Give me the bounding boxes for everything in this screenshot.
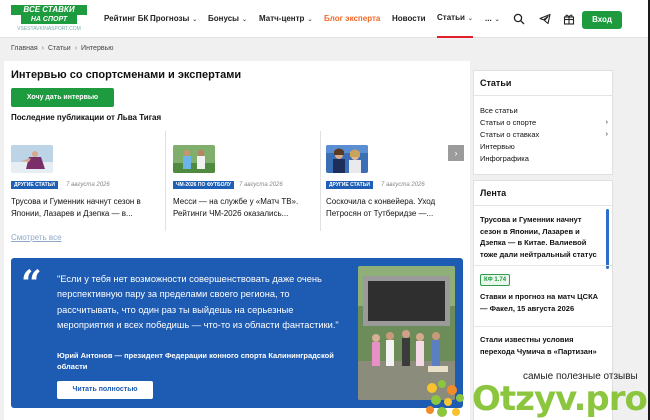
article-date: 7 августа 2026: [381, 182, 425, 188]
category-badge: ДРУГИЕ СТАТЬИ: [326, 181, 373, 189]
publications-heading: Последние публикации от Льва Тигая: [11, 113, 162, 122]
nav-label: ...: [485, 14, 492, 23]
site-logo[interactable]: ВСЕ СТАВКИ НА СПОРТ VSESTAVKINASPORT.COM: [11, 5, 87, 33]
nav-forecasts[interactable]: Прогнозы ⌄: [150, 0, 197, 38]
feed-title: Лента: [480, 188, 507, 198]
read-full-button[interactable]: Читать полностью: [57, 381, 153, 399]
logo-line-2: НА СПОРТ: [21, 15, 77, 24]
quote-author: Юрий Антонов — президент Федерации конно…: [57, 351, 334, 371]
nav-label: Матч-центр: [259, 14, 305, 23]
breadcrumb-current: Интервью: [81, 45, 114, 52]
category-badge: ДРУГИЕ СТАТЬИ: [11, 181, 58, 189]
article-title[interactable]: Трусова и Гуменник начнут сезон в Японии…: [11, 196, 154, 220]
quote-text: "Если у тебя нет возможности совершенств…: [57, 274, 339, 330]
nav-bonuses[interactable]: Бонусы ⌄: [208, 0, 247, 38]
divider: [165, 131, 166, 231]
sidebar-item-sport-articles[interactable]: Статьи о спорте ›: [480, 117, 608, 129]
article-thumbnail[interactable]: [326, 145, 368, 173]
breadcrumb-articles[interactable]: Статьи: [48, 45, 71, 52]
telegram-icon[interactable]: [539, 13, 551, 25]
carousel-next-button[interactable]: ›: [448, 145, 464, 161]
search-icon[interactable]: [513, 13, 525, 25]
chevron-down-icon: ⌄: [467, 16, 473, 22]
nav-news[interactable]: Новости: [392, 0, 426, 38]
nav-label: Блог эксперта: [324, 14, 381, 23]
article-title[interactable]: Месси — на службе у «Матч ТВ». Рейтинги …: [173, 196, 316, 220]
category-badge: ЧМ-2026 ПО ФУТБОЛУ: [173, 181, 234, 189]
featured-quote: “ "Если у тебя нет возможности совершенс…: [11, 258, 463, 408]
article-title[interactable]: Соскочила с конвейера. Уход Петросян от …: [326, 196, 469, 220]
login-button[interactable]: Вход: [582, 11, 622, 29]
quote-icon: “: [21, 263, 42, 305]
divider: [474, 205, 612, 206]
article-card[interactable]: ЧМ-2026 ПО ФУТБОЛУ 7 августа 2026 Месси …: [173, 145, 318, 237]
logo-line-3: VSESTAVKINASPORT.COM: [17, 26, 81, 32]
article-date: 7 августа 2026: [66, 182, 110, 188]
divider: [320, 131, 321, 231]
want-interview-button[interactable]: Хочу дать интервью: [11, 88, 114, 107]
articles-sidebar: Статьи Все статьи Статьи о спорте › Стать…: [473, 70, 613, 175]
gift-icon[interactable]: [563, 13, 575, 25]
sidebar-item-infographics[interactable]: Инфографика: [480, 153, 608, 165]
breadcrumb: Главная › Статьи › Интервью: [11, 42, 113, 56]
nav-more[interactable]: ... ⌄: [485, 0, 500, 38]
page-title: Интервью со спортсменами и экспертами: [11, 69, 242, 81]
chevron-down-icon: ⌄: [192, 17, 198, 23]
divider: [474, 326, 612, 327]
sidebar-articles-title: Статьи: [480, 78, 512, 88]
article-thumbnail[interactable]: [173, 145, 215, 173]
nav-articles[interactable]: Статьи ⌄: [437, 0, 473, 38]
chevron-down-icon: ⌄: [307, 17, 313, 23]
feed-item-title[interactable]: Стали известны условия перехода Чумича в…: [480, 334, 600, 357]
chevron-down-icon: ⌄: [494, 17, 500, 23]
nav-label: Бонусы: [208, 14, 239, 23]
nav-label: Прогнозы: [150, 14, 190, 23]
logo-line-1: ВСЕ СТАВКИ: [11, 5, 87, 15]
watermark-site: Otzyv.pro: [472, 379, 648, 419]
nav-rating[interactable]: Рейтинг БК ⌄: [104, 0, 156, 38]
article-date: 7 августа 2026: [239, 182, 283, 188]
sidebar-item-betting-articles[interactable]: Статьи о ставках ›: [480, 129, 608, 141]
sidebar-item-interviews[interactable]: Интервью: [480, 141, 608, 153]
nav-expert-blog[interactable]: Блог эксперта: [324, 0, 380, 38]
article-thumbnail[interactable]: [11, 145, 53, 173]
breadcrumb-separator-icon: ›: [41, 45, 44, 52]
chevron-right-icon: ›: [605, 119, 608, 126]
feed-item-title[interactable]: Трусова и Гуменник начнут сезон в Японии…: [480, 214, 600, 260]
nav-label: Новости: [392, 14, 426, 23]
sidebar-item-label: Инфографика: [480, 154, 529, 163]
article-card[interactable]: ДРУГИЕ СТАТЬИ 7 августа 2026 Трусова и Г…: [11, 145, 156, 237]
chevron-down-icon: ⌄: [242, 17, 248, 23]
divider: [474, 265, 612, 266]
nav-label: Рейтинг БК: [104, 14, 149, 23]
breadcrumb-separator-icon: ›: [74, 45, 78, 52]
site-header: ВСЕ СТАВКИ НА СПОРТ VSESTAVKINASPORT.COM…: [0, 0, 650, 38]
sidebar-item-label: Статьи о спорте: [480, 118, 537, 127]
nav-label: Статьи: [437, 13, 465, 22]
sidebar-item-label: Все статьи: [480, 106, 518, 115]
divider: [474, 95, 612, 96]
flower-logo-icon: [426, 380, 464, 417]
feed-item-title[interactable]: Ставки и прогноз на матч ЦСКА — Факел, 1…: [480, 291, 600, 314]
odds-badge: КФ 1.74: [480, 274, 511, 286]
main-content: Интервью со спортсменами и экспертами Хо…: [4, 61, 470, 420]
chevron-right-icon: ›: [605, 131, 608, 138]
breadcrumb-home[interactable]: Главная: [11, 45, 38, 52]
feed-scrollbar[interactable]: [606, 209, 609, 269]
sidebar-item-all-articles[interactable]: Все статьи: [480, 105, 608, 117]
sidebar-item-label: Интервью: [480, 142, 515, 151]
otzyv-watermark: самые полезные отзывы Otzyv.pro: [420, 362, 650, 420]
nav-match-center[interactable]: Матч-центр ⌄: [259, 0, 312, 38]
see-all-link[interactable]: Смотреть все: [11, 233, 62, 243]
sidebar-item-label: Статьи о ставках: [480, 130, 540, 139]
